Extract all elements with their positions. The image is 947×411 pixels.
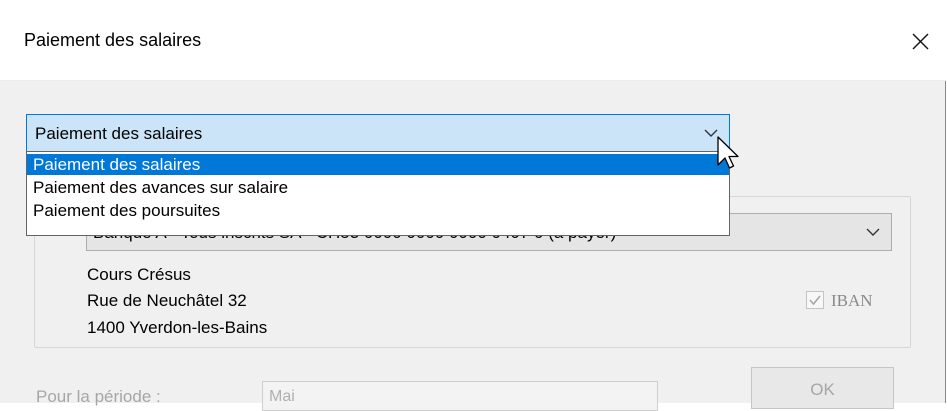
dialog-window: Paiement des salaires Banque A - Tous in… (0, 0, 946, 411)
checkmark-icon (809, 295, 821, 306)
iban-checkbox[interactable] (806, 291, 824, 309)
dropdown-option-avances[interactable]: Paiement des avances sur salaire (27, 177, 729, 198)
address-line-3: 1400 Yverdon-les-Bains (87, 318, 268, 337)
period-label: Pour la période : (36, 387, 161, 406)
address-line-1: Cours Crésus (87, 265, 191, 284)
dropdown-option-salaires[interactable]: Paiement des salaires (27, 154, 729, 175)
address-line-2: Rue de Neuchâtel 32 (87, 291, 247, 310)
iban-label: IBAN (831, 291, 873, 310)
period-select[interactable]: Mai (262, 381, 658, 411)
title-bar: Paiement des salaires (0, 0, 946, 81)
payment-type-dropdown-list: Paiement des salaires Paiement des avanc… (26, 151, 730, 236)
period-value: Mai (269, 388, 295, 405)
dropdown-option-poursuites[interactable]: Paiement des poursuites (27, 200, 729, 221)
payment-type-select[interactable]: Paiement des salaires (26, 114, 730, 152)
chevron-down-icon (866, 228, 880, 236)
payment-type-value: Paiement des salaires (35, 124, 203, 143)
close-button[interactable] (906, 26, 936, 56)
mouse-pointer-icon (717, 136, 739, 169)
ok-button-label: OK (810, 380, 835, 399)
close-icon (912, 33, 929, 50)
window-title: Paiement des salaires (24, 30, 202, 50)
